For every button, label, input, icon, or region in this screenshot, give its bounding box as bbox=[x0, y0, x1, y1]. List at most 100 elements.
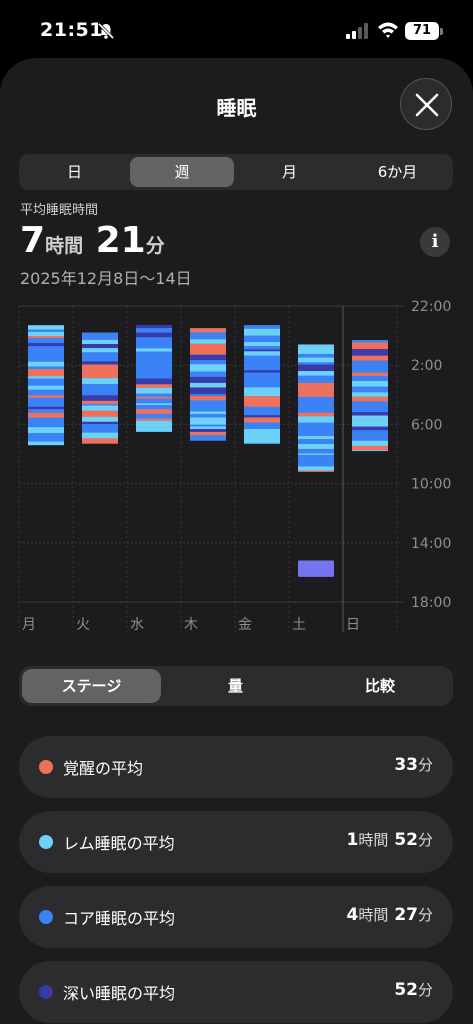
sleep-stage-segment bbox=[298, 396, 334, 402]
hours-number: 1 bbox=[346, 830, 359, 850]
hours-unit: 時間 bbox=[45, 235, 84, 257]
sleep-stage-segment bbox=[28, 346, 64, 352]
sleep-stage-segment bbox=[136, 384, 172, 388]
tab-amount[interactable]: 量 bbox=[165, 669, 306, 703]
average-row-rem[interactable]: レム睡眠の平均 1時間 52分 bbox=[19, 811, 453, 873]
sleep-stage-segment bbox=[352, 450, 388, 452]
x-tick-label: 月 bbox=[22, 617, 36, 633]
sleep-stage-segment bbox=[28, 389, 64, 396]
info-icon: i bbox=[431, 231, 439, 252]
sleep-stage-segment bbox=[136, 356, 172, 363]
sleep-stage-segment bbox=[352, 367, 388, 373]
sleep-stage-segment bbox=[244, 425, 280, 430]
metric-segmented-control: ステージ 量 比較 bbox=[19, 666, 453, 706]
sleep-stage-segment bbox=[244, 370, 280, 373]
sleep-stage-segment bbox=[244, 379, 280, 384]
sleep-stage-segment bbox=[136, 330, 172, 333]
sleep-stage-segment bbox=[244, 335, 280, 338]
sleep-stage-segment bbox=[136, 370, 172, 375]
y-tick-label: 18:00 bbox=[411, 595, 451, 611]
y-tick-label: 10:00 bbox=[411, 477, 451, 493]
tab-day[interactable]: 日 bbox=[22, 157, 127, 187]
sleep-stage-segment bbox=[82, 438, 118, 444]
sleep-stage-segment bbox=[82, 344, 118, 349]
sleep-stage-segment bbox=[28, 441, 64, 446]
average-row-awake[interactable]: 覚醒の平均 33分 bbox=[19, 736, 453, 798]
sleep-stage-segment bbox=[28, 414, 64, 418]
minutes-unit: 分 bbox=[417, 981, 433, 999]
hours-number: 4 bbox=[346, 905, 359, 925]
status-bar: 21:51 71 bbox=[0, 0, 473, 60]
date-range: 2025年12月8日〜14日 bbox=[20, 269, 192, 288]
sleep-stage-segment bbox=[82, 339, 118, 345]
minutes-number: 33 bbox=[394, 755, 418, 775]
average-minutes: 21 bbox=[95, 220, 146, 261]
sleep-stage-segment bbox=[190, 354, 226, 361]
average-row-deep[interactable]: 深い睡眠の平均 52分 bbox=[19, 961, 453, 1023]
tab-compare[interactable]: 比較 bbox=[310, 669, 450, 703]
sleep-stage-segment bbox=[136, 343, 172, 349]
tab-month[interactable]: 月 bbox=[237, 157, 342, 187]
sleep-stage-segment bbox=[82, 421, 118, 425]
sleep-stage-segment bbox=[244, 422, 280, 426]
sleep-stage-segment bbox=[298, 443, 334, 449]
sleep-stage-segment bbox=[352, 401, 388, 404]
sleep-stage-segment bbox=[352, 342, 388, 350]
sleep-stage-segment bbox=[298, 357, 334, 363]
sleep-stage-segment bbox=[28, 395, 64, 398]
sleep-stage-segment bbox=[82, 384, 118, 390]
sleep-stage-segment bbox=[82, 410, 118, 413]
sleep-stage-segment bbox=[136, 332, 172, 338]
sleep-stage-segment bbox=[190, 382, 226, 388]
sleep-stage-segment bbox=[82, 378, 118, 385]
average-sleep-label: 平均睡眠時間 bbox=[20, 203, 99, 218]
tab-six-months[interactable]: 6か月 bbox=[345, 157, 450, 187]
sleep-stage-segment bbox=[352, 415, 388, 420]
x-tick-label: 木 bbox=[184, 617, 198, 633]
sleep-stage-segment bbox=[190, 376, 226, 383]
sleep-stage-segment bbox=[190, 414, 226, 418]
sleep-stage-segment bbox=[298, 436, 334, 440]
sleep-stage-segment bbox=[136, 418, 172, 421]
sleep-stage-segment bbox=[190, 371, 226, 377]
sleep-stage-segment bbox=[82, 432, 118, 439]
sleep-stage-segment bbox=[28, 369, 64, 377]
sleep-stage-segment bbox=[352, 362, 388, 368]
sleep-stage-segment bbox=[82, 355, 118, 362]
sleep-stage-segment bbox=[244, 403, 280, 407]
sleep-stage-segment bbox=[28, 378, 64, 386]
sleep-stage-segment bbox=[28, 329, 64, 332]
sleep-stage-segment bbox=[298, 401, 334, 408]
y-tick-label: 6:00 bbox=[411, 417, 442, 433]
sleep-stage-segment bbox=[352, 355, 388, 361]
wifi-icon bbox=[378, 22, 398, 38]
sleep-stage-segment bbox=[136, 365, 172, 371]
tab-week[interactable]: 週 bbox=[130, 157, 234, 187]
sleep-stage-segment bbox=[244, 366, 280, 371]
sleep-stage-segment bbox=[136, 403, 172, 406]
sleep-stage-segment bbox=[244, 355, 280, 363]
close-icon bbox=[415, 93, 439, 117]
y-tick-label: 2:00 bbox=[411, 358, 442, 374]
sleep-stage-segment bbox=[298, 439, 334, 444]
sleep-stage-segment bbox=[136, 387, 172, 394]
sleep-stage-segment bbox=[298, 416, 334, 423]
sleep-stage-segment bbox=[136, 426, 172, 432]
sleep-stage-segment bbox=[136, 378, 172, 381]
tab-stages[interactable]: ステージ bbox=[22, 669, 161, 703]
sleep-stage-segment bbox=[190, 431, 226, 436]
row-value: 4時間 27分 bbox=[347, 904, 433, 925]
core-color-dot bbox=[39, 910, 53, 924]
sleep-stage-segment bbox=[298, 392, 334, 397]
sleep-stage-segment bbox=[82, 395, 118, 401]
sleep-stage-segment bbox=[28, 343, 64, 347]
close-button[interactable] bbox=[400, 78, 452, 130]
sleep-stage-segment bbox=[28, 331, 64, 337]
info-button[interactable]: i bbox=[420, 227, 450, 257]
average-row-core[interactable]: コア睡眠の平均 4時間 27分 bbox=[19, 886, 453, 948]
sleep-stage-segment bbox=[28, 397, 64, 402]
sleep-stage-segment bbox=[298, 344, 334, 347]
sleep-stage-segment bbox=[82, 430, 118, 433]
sleep-stage-segment bbox=[244, 417, 280, 423]
sleep-stages-chart[interactable]: 22:00 2:00 6:00 10:00 14:00 18:00 月 火 水 木 金 土 日 bbox=[0, 290, 473, 640]
